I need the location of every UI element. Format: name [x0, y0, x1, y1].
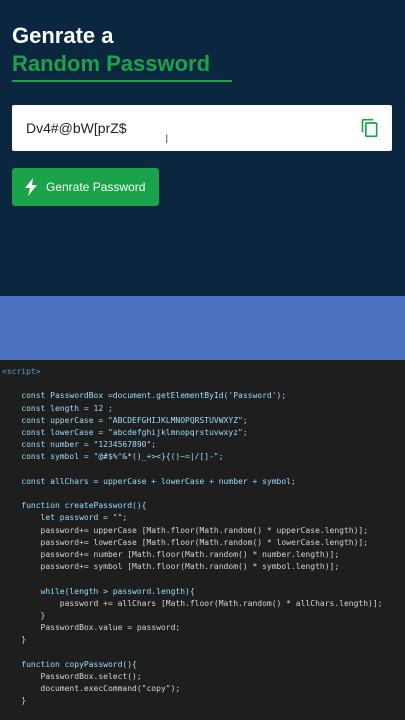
code-line: PasswordBox.value = password; — [2, 623, 181, 633]
code-line: PasswordBox.select(); — [2, 672, 142, 681]
code-line: const number = "1234567890"; — [2, 440, 157, 450]
page-title-line2: Random Password — [12, 51, 211, 76]
code-line: const length = 12 ; — [2, 403, 113, 413]
code-line: } — [2, 635, 27, 645]
code-line: const symbol = "@#$%^&*()_+><}{()~=|/[]-… — [2, 452, 224, 462]
code-line: password+= lowerCase [Math.floor(Math.ra… — [2, 537, 369, 547]
code-line: password+= symbol [Math.floor(Math.rando… — [2, 562, 340, 572]
code-line: const allChars = upperCase + lowerCase +… — [2, 476, 296, 486]
code-editor: <script> const PasswordBox =document.get… — [0, 362, 405, 720]
code-line: } — [2, 611, 46, 620]
blue-band — [0, 296, 405, 360]
code-line: password+= number [Math.floor(Math.rando… — [2, 550, 340, 559]
copy-icon[interactable] — [360, 118, 380, 138]
code-line: let password = ""; — [2, 513, 128, 523]
password-field[interactable]: Dv4#@bW[prZ$ I — [12, 105, 392, 151]
code-line: password += allChars [Math.floor(Math.ra… — [2, 598, 383, 608]
code-line: } — [2, 696, 27, 706]
title-underline — [12, 80, 232, 82]
code-line: <script> — [2, 367, 41, 376]
generate-password-button[interactable]: Genrate Password — [12, 168, 159, 206]
page-title-line1: Genrate a — [12, 23, 114, 48]
code-line: function createPassword(){ — [2, 501, 147, 511]
lightning-icon — [25, 178, 37, 196]
password-value: Dv4#@bW[prZ$ — [26, 120, 127, 136]
code-line: const upperCase = "ABCDEFGHIJKLMNOPQRSTU… — [2, 415, 248, 425]
code-line: while(length > password.length){ — [2, 586, 195, 596]
generate-password-label: Genrate Password — [46, 180, 146, 194]
text-cursor-icon: I — [165, 132, 169, 146]
code-line: document.execCommand("copy"); — [2, 684, 181, 694]
code-line: function copyPassword(){ — [2, 659, 137, 669]
code-line: const lowerCase = "abcdefghijklmnopqrstu… — [2, 428, 248, 437]
code-line: password+= upperCase [Math.floor(Math.ra… — [2, 525, 369, 535]
hero-section: Genrate a Random Password Dv4#@bW[prZ$ I… — [0, 0, 405, 296]
code-line: const PasswordBox =document.getElementBy… — [2, 391, 287, 401]
